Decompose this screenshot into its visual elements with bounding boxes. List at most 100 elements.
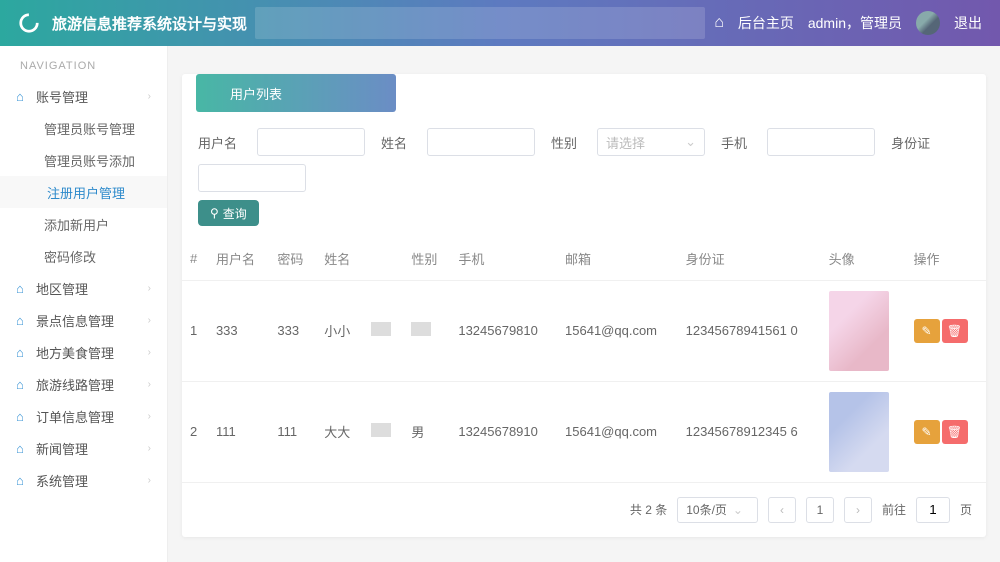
chevron-right-icon: › — [148, 91, 151, 102]
cell-password: 111 — [269, 381, 316, 482]
filter-phone-label: 手机 — [721, 133, 747, 152]
current-page: 1 — [806, 497, 834, 523]
chevron-right-icon: › — [148, 475, 151, 486]
home-icon: ⌂ — [16, 281, 36, 296]
sidebar-item-label: 账号管理 — [36, 87, 88, 106]
cell-username: 111 — [208, 381, 269, 482]
cell-actions: ✎🗑 — [906, 280, 986, 381]
sidebar-item[interactable]: ⌂订单信息管理 › — [0, 400, 167, 432]
page-size-select[interactable]: 10条/页 ⌄ — [677, 497, 758, 523]
sidebar-item-label: 订单信息管理 — [36, 407, 114, 426]
cell-actions: ✎🗑 — [906, 381, 986, 482]
nav-home-link[interactable]: 后台主页 — [738, 13, 794, 33]
avatar-thumbnail — [829, 392, 889, 472]
cell-phone: 13245678910 — [450, 381, 557, 482]
search-button[interactable]: ⚲ 查询 — [198, 200, 259, 226]
chevron-right-icon: › — [148, 443, 151, 454]
chevron-right-icon: › — [148, 411, 151, 422]
filter-gender-select[interactable]: 请选择 ⌄ — [597, 128, 705, 156]
table-header: 邮箱 — [557, 238, 678, 280]
table-header — [363, 238, 403, 280]
table-header: 操作 — [906, 238, 986, 280]
cell-avatar — [821, 381, 906, 482]
cell-idx: 2 — [182, 381, 208, 482]
table-header: # — [182, 238, 208, 280]
delete-button[interactable]: 🗑 — [942, 319, 968, 343]
sidebar-item-label: 旅游线路管理 — [36, 375, 114, 394]
table-row: 2111111大大男1324567891015641@qq.com1234567… — [182, 381, 986, 482]
next-page-button[interactable]: › — [844, 497, 872, 523]
home-icon: ⌂ — [16, 409, 36, 424]
table-header: 姓名 — [316, 238, 363, 280]
edit-button[interactable]: ✎ — [914, 319, 940, 343]
edit-button[interactable]: ✎ — [914, 420, 940, 444]
cell-avatar — [821, 280, 906, 381]
goto-page-input[interactable] — [916, 497, 950, 523]
sidebar-item[interactable]: ⌂旅游线路管理› — [0, 368, 167, 400]
filter-gender-placeholder: 请选择 — [606, 133, 645, 152]
sidebar-subitem[interactable]: 注册用户管理 — [0, 176, 167, 208]
filter-phone-input[interactable] — [767, 128, 875, 156]
goto-suffix: 页 — [960, 501, 972, 518]
delete-button[interactable]: 🗑 — [942, 420, 968, 444]
header-search-input[interactable] — [255, 7, 705, 39]
search-button-label: 查询 — [223, 205, 247, 222]
cell-name: 小小 — [316, 280, 363, 381]
cell-phone: 13245679810 — [450, 280, 557, 381]
cell-extra — [363, 381, 403, 482]
table-row: 1333333小小1324567981015641@qq.com12345678… — [182, 280, 986, 381]
cell-gender: 男 — [403, 381, 450, 482]
sidebar-item[interactable]: ⌂账号管理 › — [0, 80, 167, 112]
home-icon: ⌂ — [16, 313, 36, 328]
page-size-label: 10条/页 — [686, 501, 727, 518]
sidebar-item-label: 景点信息管理 — [36, 311, 114, 330]
home-icon: ⌂ — [16, 473, 36, 488]
filter-username-input[interactable] — [257, 128, 365, 156]
users-table: #用户名密码姓名性别手机邮箱身份证头像操作 1333333小小132456798… — [182, 238, 986, 483]
sidebar-subitem[interactable]: 管理员账号添加 — [0, 144, 167, 176]
pagination-total: 共 2 条 — [630, 501, 667, 518]
table-header: 头像 — [821, 238, 906, 280]
table-header: 密码 — [269, 238, 316, 280]
filter-idcard-input[interactable] — [198, 164, 306, 192]
current-user-label[interactable]: admin，管理员 — [808, 13, 902, 33]
sidebar-item[interactable]: ⌂系统管理 › — [0, 464, 167, 496]
avatar-thumbnail — [829, 291, 889, 371]
chevron-right-icon: › — [148, 347, 151, 358]
logout-link[interactable]: 退出 — [954, 13, 982, 33]
goto-prefix: 前往 — [882, 501, 906, 518]
sidebar-item[interactable]: ⌂新闻管理› — [0, 432, 167, 464]
app-title: 旅游信息推荐系统设计与实现 — [52, 13, 247, 34]
sidebar-item[interactable]: ⌂景点信息管理› — [0, 304, 167, 336]
table-header: 性别 — [403, 238, 450, 280]
cell-extra — [363, 280, 403, 381]
nav-section-label: NAVIGATION — [0, 46, 167, 80]
table-header: 手机 — [450, 238, 557, 280]
sidebar-item[interactable]: ⌂地方美食管理› — [0, 336, 167, 368]
sidebar-item-label: 新闻管理 — [36, 439, 88, 458]
home-icon: ⌂ — [16, 89, 36, 104]
thumbnail-icon — [371, 423, 391, 437]
home-icon: ⌂ — [16, 345, 36, 360]
sidebar-item-label: 系统管理 — [36, 471, 88, 490]
cell-email: 15641@qq.com — [557, 280, 678, 381]
thumbnail-icon — [371, 322, 391, 336]
chevron-right-icon: › — [148, 379, 151, 390]
chevron-right-icon: › — [148, 283, 151, 294]
filter-name-input[interactable] — [427, 128, 535, 156]
cell-idx: 1 — [182, 280, 208, 381]
sidebar-item-label: 地区管理 — [36, 279, 88, 298]
user-avatar[interactable] — [916, 11, 940, 35]
filter-idcard-label: 身份证 — [891, 133, 930, 152]
sidebar-subitem[interactable]: 密码修改 — [0, 240, 167, 272]
cell-name: 大大 — [316, 381, 363, 482]
panel-title: 用户列表 — [196, 74, 396, 112]
sidebar-subitem[interactable]: 管理员账号管理 — [0, 112, 167, 144]
pagination: 共 2 条 10条/页 ⌄ ‹ 1 › 前往 页 — [182, 483, 986, 537]
sidebar-item[interactable]: ⌂地区管理 › — [0, 272, 167, 304]
filter-name-label: 姓名 — [381, 133, 407, 152]
home-icon[interactable]: ⌂ — [714, 14, 724, 32]
app-logo — [12, 6, 46, 40]
prev-page-button[interactable]: ‹ — [768, 497, 796, 523]
sidebar-subitem[interactable]: 添加新用户 — [0, 208, 167, 240]
